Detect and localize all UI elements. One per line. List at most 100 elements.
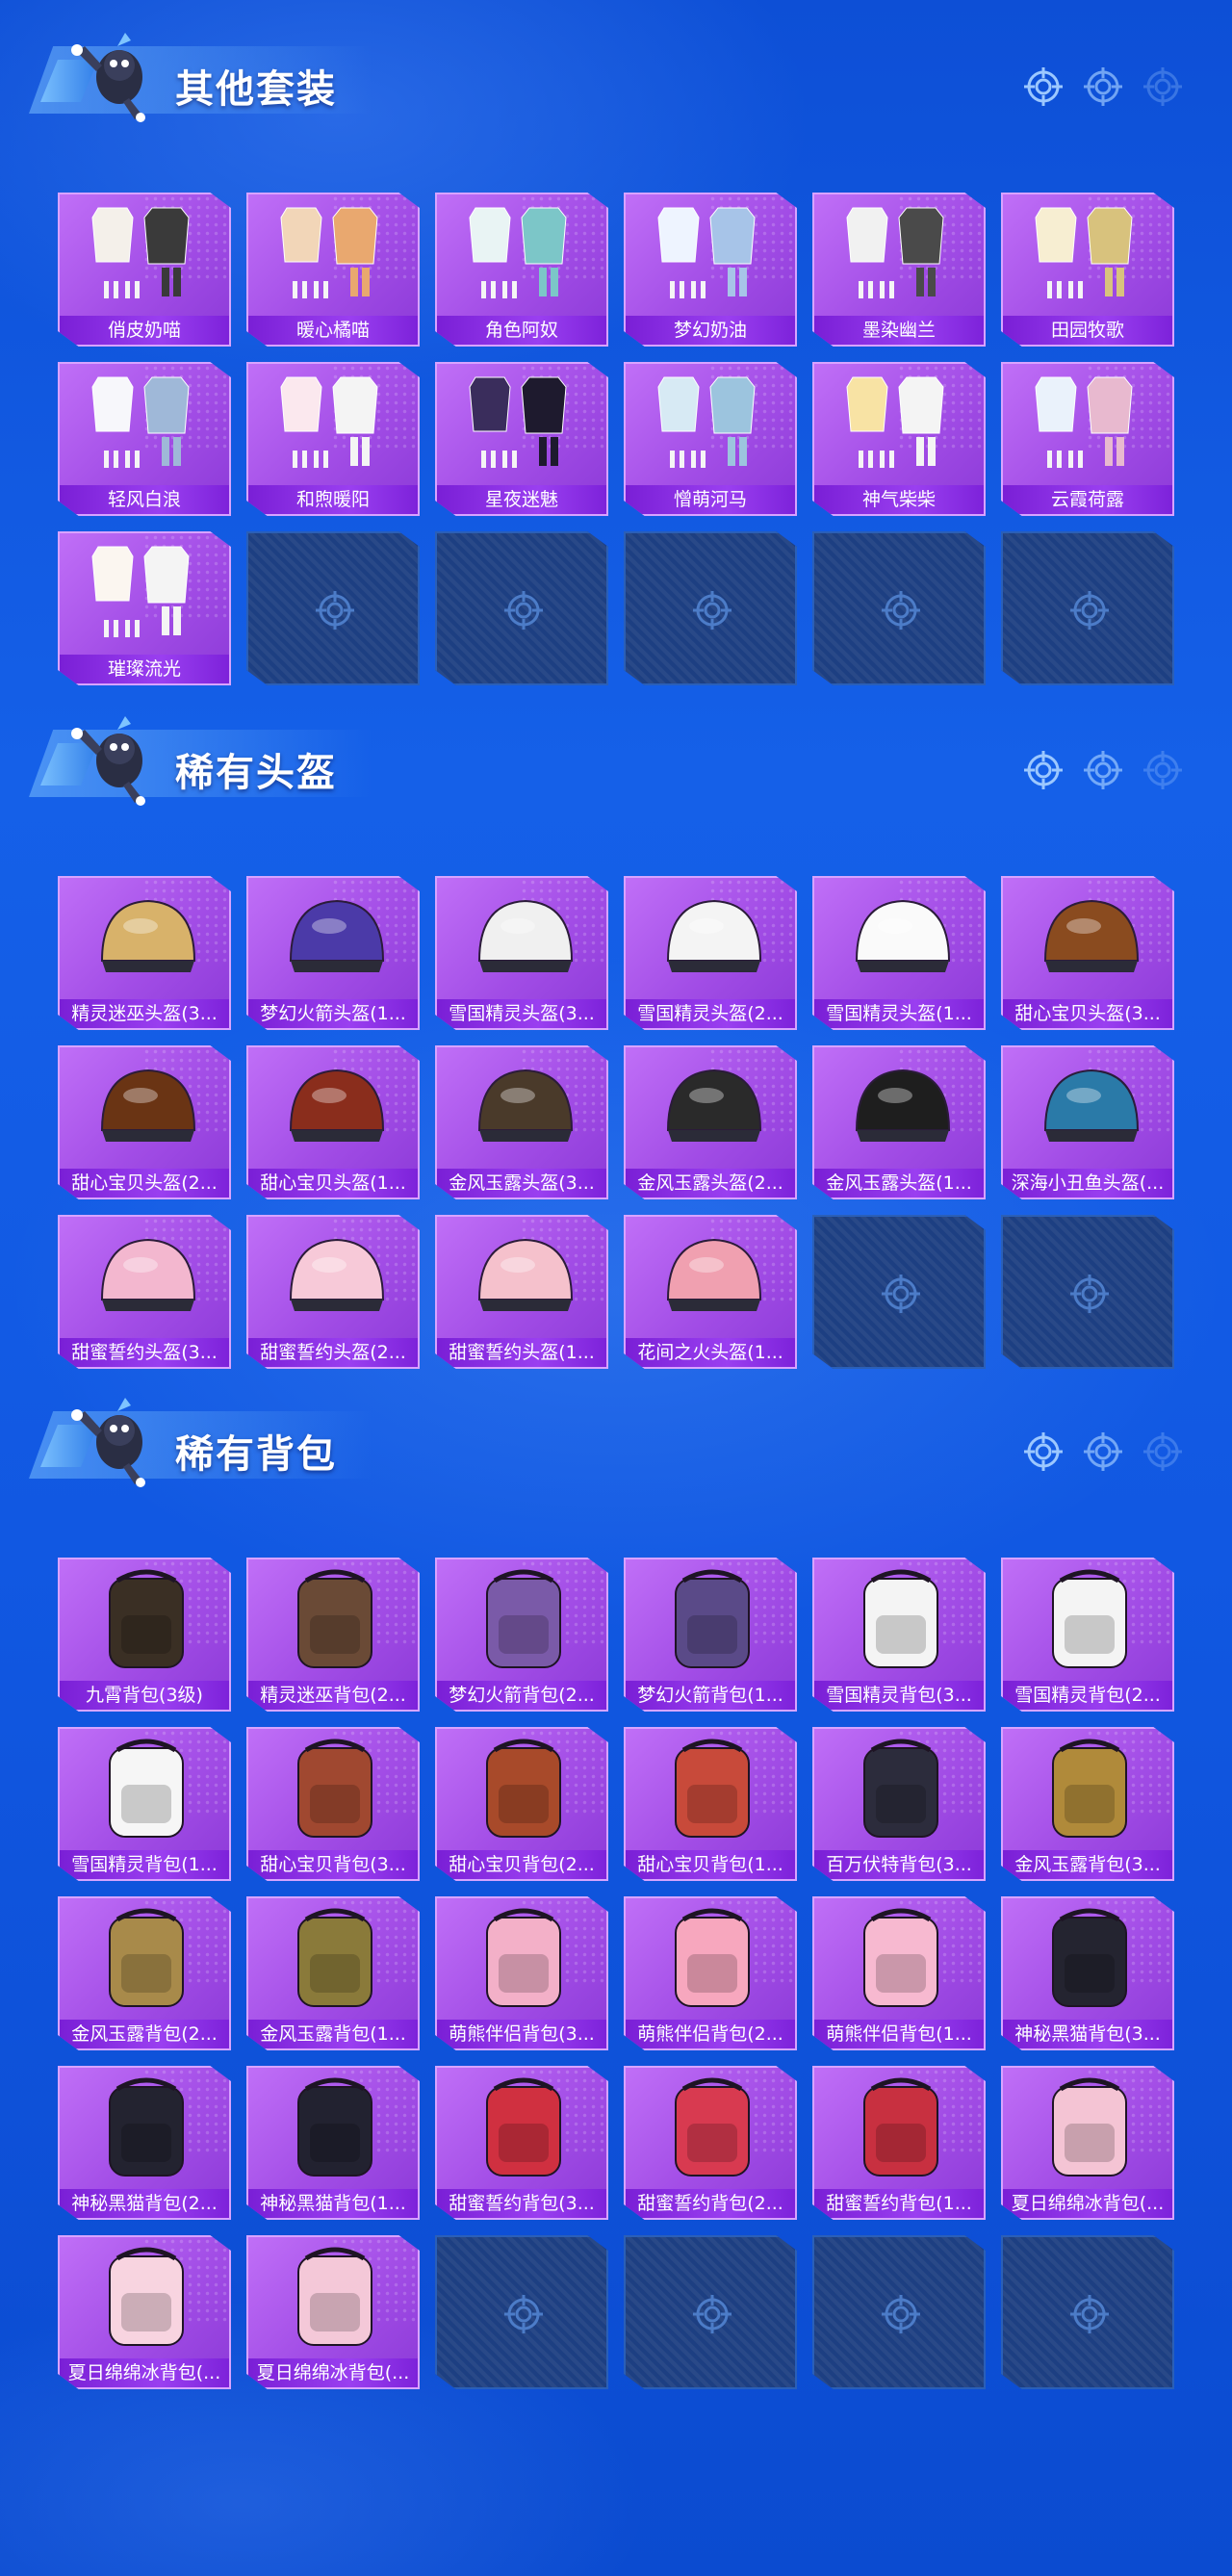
helmet-card[interactable]: 金风玉露头盔(1... [812, 1045, 986, 1199]
helmet-card[interactable]: 甜心宝贝头盔(1... [246, 1045, 420, 1199]
backpack-card[interactable]: 萌熊伴侣背包(2... [624, 1896, 797, 2050]
item-name-label: 精灵迷巫头盔(3... [60, 999, 229, 1028]
backpack-card[interactable]: 神秘黑猫背包(3... [1001, 1896, 1174, 2050]
section-title: 稀有头盔 [175, 751, 337, 795]
outfit-card[interactable]: 梦幻奶油 [624, 193, 797, 347]
backpack-card[interactable]: 金风玉露背包(1... [246, 1896, 420, 2050]
helmet-card[interactable]: 甜蜜誓约头盔(1... [435, 1215, 608, 1369]
helmet-card[interactable]: 深海小丑鱼头盔(... [1001, 1045, 1174, 1199]
item-name-label: 九霄背包(3级) [60, 1681, 229, 1710]
outfit-card[interactable]: 和煦暖阳 [246, 362, 420, 516]
backpack-card[interactable]: 梦幻火箭背包(1... [624, 1558, 797, 1712]
item-name-label: 雪国精灵背包(1... [60, 1850, 229, 1879]
backpack-card[interactable]: 甜心宝贝背包(1... [624, 1727, 797, 1881]
item-name-label: 萌熊伴侣背包(2... [626, 2020, 795, 2048]
item-name-label: 梦幻火箭头盔(1... [248, 999, 418, 1028]
backpack-card[interactable]: 夏日绵绵冰背包(... [1001, 2066, 1174, 2220]
empty-slot [1001, 2235, 1174, 2389]
item-name-label: 雪国精灵头盔(1... [814, 999, 984, 1028]
crosshair-icon [1082, 65, 1124, 112]
backpack-card[interactable]: 九霄背包(3级) [58, 1558, 231, 1712]
helmet-card[interactable]: 甜蜜誓约头盔(2... [246, 1215, 420, 1369]
section-title: 稀有背包 [175, 1432, 337, 1477]
item-name-label: 憎萌河马 [626, 485, 795, 514]
helmet-card[interactable]: 花间之火头盔(1... [624, 1215, 797, 1369]
item-name-label: 神气柴柴 [814, 485, 984, 514]
outfit-card[interactable]: 轻风白浪 [58, 362, 231, 516]
item-name-label: 百万伏特背包(3... [814, 1850, 984, 1879]
outfit-card[interactable]: 云霞荷露 [1001, 362, 1174, 516]
item-name-label: 雪国精灵背包(2... [1003, 1681, 1172, 1710]
item-name-label: 神秘黑猫背包(3... [1003, 2020, 1172, 2048]
backpack-card[interactable]: 雪国精灵背包(1... [58, 1727, 231, 1881]
item-name-label: 神秘黑猫背包(1... [248, 2189, 418, 2218]
empty-slot [624, 531, 797, 685]
empty-slot [812, 531, 986, 685]
backpack-card[interactable]: 萌熊伴侣背包(3... [435, 1896, 608, 2050]
backpack-card[interactable]: 夏日绵绵冰背包(... [58, 2235, 231, 2389]
outfit-card[interactable]: 俏皮奶喵 [58, 193, 231, 347]
backpack-card[interactable]: 雪国精灵背包(2... [1001, 1558, 1174, 1712]
item-name-label: 和煦暖阳 [248, 485, 418, 514]
backpack-card[interactable]: 萌熊伴侣背包(1... [812, 1896, 986, 2050]
item-name-label: 萌熊伴侣背包(3... [437, 2020, 606, 2048]
outfit-card[interactable]: 星夜迷魅 [435, 362, 608, 516]
backpack-card[interactable]: 金风玉露背包(2... [58, 1896, 231, 2050]
backpack-card[interactable]: 甜心宝贝背包(3... [246, 1727, 420, 1881]
item-grid: 九霄背包(3级) 精灵迷巫背包(2... 梦幻火箭背包(2... 梦幻火箭背包(… [58, 1558, 1174, 2389]
crosshair-icon [1022, 749, 1065, 795]
empty-slot [812, 1215, 986, 1369]
item-name-label: 云霞荷露 [1003, 485, 1172, 514]
backpack-card[interactable]: 梦幻火箭背包(2... [435, 1558, 608, 1712]
header-crosshair-icons [1022, 1430, 1184, 1477]
helmet-card[interactable]: 金风玉露头盔(3... [435, 1045, 608, 1199]
backpack-card[interactable]: 甜蜜誓约背包(1... [812, 2066, 986, 2220]
backpack-card[interactable]: 金风玉露背包(3... [1001, 1727, 1174, 1881]
helmet-card[interactable]: 甜心宝贝头盔(3... [1001, 876, 1174, 1030]
item-name-label: 暖心橘喵 [248, 316, 418, 345]
backpack-card[interactable]: 雪国精灵背包(3... [812, 1558, 986, 1712]
backpack-card[interactable]: 甜蜜誓约背包(3... [435, 2066, 608, 2220]
outfit-card[interactable]: 璀璨流光 [58, 531, 231, 685]
crosshair-icon [1022, 1430, 1065, 1477]
backpack-card[interactable]: 甜心宝贝背包(2... [435, 1727, 608, 1881]
backpack-card[interactable]: 神秘黑猫背包(1... [246, 2066, 420, 2220]
backpack-card[interactable]: 神秘黑猫背包(2... [58, 2066, 231, 2220]
helmet-card[interactable]: 雪国精灵头盔(3... [435, 876, 608, 1030]
item-name-label: 甜心宝贝头盔(2... [60, 1169, 229, 1198]
backpack-card[interactable]: 百万伏特背包(3... [812, 1727, 986, 1881]
outfit-card[interactable]: 暖心橘喵 [246, 193, 420, 347]
helmet-card[interactable]: 精灵迷巫头盔(3... [58, 876, 231, 1030]
header-crosshair-icons [1022, 65, 1184, 112]
crosshair-icon [1142, 749, 1184, 795]
helmet-card[interactable]: 雪国精灵头盔(2... [624, 876, 797, 1030]
outfit-card[interactable]: 角色阿奴 [435, 193, 608, 347]
crosshair-icon [1082, 1430, 1124, 1477]
crosshair-icon [1142, 1430, 1184, 1477]
empty-slot [435, 531, 608, 685]
outfit-card[interactable]: 墨染幽兰 [812, 193, 986, 347]
helmet-card[interactable]: 雪国精灵头盔(1... [812, 876, 986, 1030]
item-name-label: 田园牧歌 [1003, 316, 1172, 345]
outfit-card[interactable]: 憎萌河马 [624, 362, 797, 516]
backpack-card[interactable]: 精灵迷巫背包(2... [246, 1558, 420, 1712]
item-name-label: 夏日绵绵冰背包(... [248, 2358, 418, 2387]
section-title: 其他套装 [175, 67, 337, 112]
item-name-label: 星夜迷魅 [437, 485, 606, 514]
outfit-card[interactable]: 田园牧歌 [1001, 193, 1174, 347]
item-name-label: 甜心宝贝头盔(3... [1003, 999, 1172, 1028]
empty-slot [435, 2235, 608, 2389]
helmet-card[interactable]: 甜心宝贝头盔(2... [58, 1045, 231, 1199]
helmet-card[interactable]: 甜蜜誓约头盔(3... [58, 1215, 231, 1369]
backpack-card[interactable]: 甜蜜誓约背包(2... [624, 2066, 797, 2220]
outfit-card[interactable]: 神气柴柴 [812, 362, 986, 516]
helmet-card[interactable]: 金风玉露头盔(2... [624, 1045, 797, 1199]
helmet-card[interactable]: 梦幻火箭头盔(1... [246, 876, 420, 1030]
item-name-label: 璀璨流光 [60, 655, 229, 683]
item-grid: 俏皮奶喵 暖心橘喵 角色阿奴 梦幻奶油 墨染幽兰 田园牧歌 轻风白浪 和煦暖阳 … [58, 193, 1174, 685]
item-name-label: 甜蜜誓约背包(3... [437, 2189, 606, 2218]
item-name-label: 甜蜜誓约头盔(3... [60, 1338, 229, 1367]
item-name-label: 梦幻火箭背包(2... [437, 1681, 606, 1710]
backpack-card[interactable]: 夏日绵绵冰背包(... [246, 2235, 420, 2389]
item-name-label: 金风玉露背包(2... [60, 2020, 229, 2048]
